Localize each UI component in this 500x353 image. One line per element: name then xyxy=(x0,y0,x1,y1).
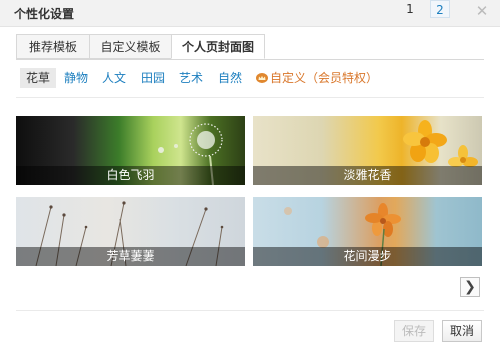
cover-caption: 白色飞羽 xyxy=(16,166,245,185)
close-icon[interactable]: ✕ xyxy=(474,3,490,19)
category-divider xyxy=(16,97,484,98)
tab-cover-image[interactable]: 个人页封面图 xyxy=(171,34,265,59)
category-pastoral[interactable]: 田园 xyxy=(141,68,165,88)
cover-thumbnail[interactable]: 花间漫步 xyxy=(253,197,482,266)
category-nature[interactable]: 自然 xyxy=(218,68,242,88)
page-link-current[interactable]: 2 xyxy=(430,0,450,18)
cover-caption: 芳草萋萋 xyxy=(16,247,245,266)
cancel-button[interactable]: 取消 xyxy=(442,320,482,342)
next-page-icon[interactable]: ❯ xyxy=(460,277,480,297)
category-art[interactable]: 艺术 xyxy=(179,68,203,88)
cover-caption: 淡雅花香 xyxy=(253,166,482,185)
cover-thumbnail[interactable]: 淡雅花香 xyxy=(253,116,482,185)
dialog-title: 个性化设置 xyxy=(14,7,75,21)
footer-divider xyxy=(16,310,484,311)
cover-caption: 花间漫步 xyxy=(253,247,482,266)
category-still-life[interactable]: 静物 xyxy=(64,68,88,88)
tab-recommended-templates[interactable]: 推荐模板 xyxy=(16,34,90,59)
category-culture[interactable]: 人文 xyxy=(102,68,126,88)
cover-thumbnail[interactable]: 白色飞羽 xyxy=(16,116,245,185)
save-button[interactable]: 保存 xyxy=(394,320,434,342)
category-flowers[interactable]: 花草 xyxy=(20,68,57,88)
category-custom-vip-label: 自定义（会员特权） xyxy=(270,71,379,85)
page-link[interactable]: 1 xyxy=(400,0,420,18)
dialog-titlebar: 个性化设置 ✕ xyxy=(0,0,500,27)
category-custom-vip[interactable]: 自定义（会员特权） xyxy=(256,68,378,88)
tab-custom-templates[interactable]: 自定义模板 xyxy=(89,34,172,59)
personalization-dialog: 个性化设置 ✕ 推荐模板 自定义模板 个人页封面图 花草 静物 人文 田园 艺术… xyxy=(0,0,500,353)
cover-thumbnail[interactable]: 芳草萋萋 xyxy=(16,197,245,266)
tab-divider xyxy=(16,59,484,60)
vip-crown-icon xyxy=(256,73,268,83)
